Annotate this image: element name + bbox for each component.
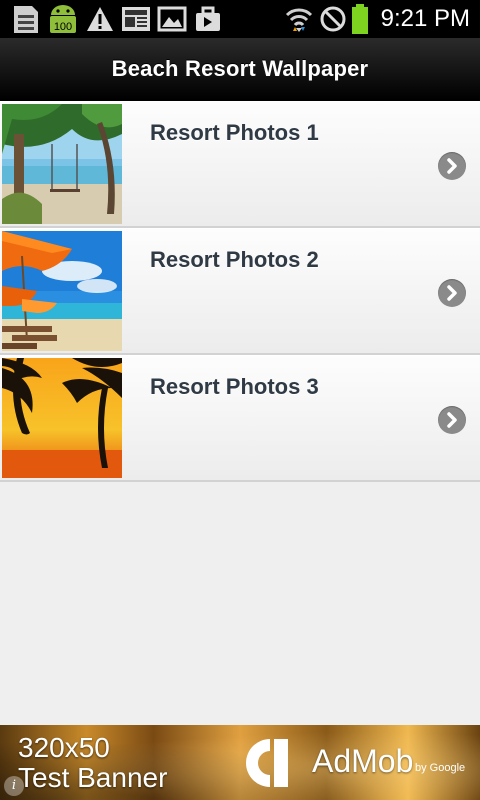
image-icon	[157, 6, 187, 32]
wifi-icon	[285, 8, 313, 32]
briefcase-icon	[196, 6, 220, 31]
list-item-resort-photos-3[interactable]: Resort Photos 3	[0, 355, 480, 482]
ad-size-label: 320x50	[18, 732, 110, 763]
list-item-resort-photos-1[interactable]: Resort Photos 1	[0, 101, 480, 228]
status-time: 9:21 PM	[380, 5, 470, 32]
battery-icon	[352, 4, 368, 34]
list-item-label: Resort Photos 1	[150, 120, 319, 145]
chevron-right-icon[interactable]	[438, 152, 466, 180]
news-icon	[122, 7, 150, 31]
admob-logo-icon	[246, 739, 288, 787]
list-item-label: Resort Photos 3	[150, 374, 319, 399]
android-battery-100-icon: 100	[50, 5, 76, 33]
list-item-label: Resort Photos 2	[150, 247, 319, 272]
ad-banner[interactable]: 320x50 Test Banner AdMob by Google i	[0, 725, 480, 800]
photo-album-list: Resort Photos 1 Resort Photos 2 Resort P…	[0, 101, 480, 482]
beach-swing-thumbnail	[2, 104, 122, 224]
ad-test-label: Test Banner	[18, 762, 168, 793]
no-signal-icon	[320, 6, 346, 32]
beach-umbrella-thumbnail	[2, 231, 122, 351]
sd-card-icon	[14, 6, 38, 33]
action-bar: Beach Resort Wallpaper	[0, 38, 480, 101]
chevron-right-icon[interactable]	[438, 279, 466, 307]
ad-info-icon[interactable]: i	[4, 776, 24, 796]
chevron-right-icon[interactable]	[438, 406, 466, 434]
ad-by-google-label: by Google	[415, 762, 466, 774]
svg-text:100: 100	[54, 21, 72, 33]
status-bar: 100 9:21 PM	[0, 0, 480, 38]
list-item-resort-photos-2[interactable]: Resort Photos 2	[0, 228, 480, 355]
warning-icon	[87, 7, 113, 31]
page-title: Beach Resort Wallpaper	[111, 56, 369, 81]
palm-sunset-thumbnail	[2, 358, 122, 478]
ad-brand-label: AdMob	[312, 743, 414, 779]
